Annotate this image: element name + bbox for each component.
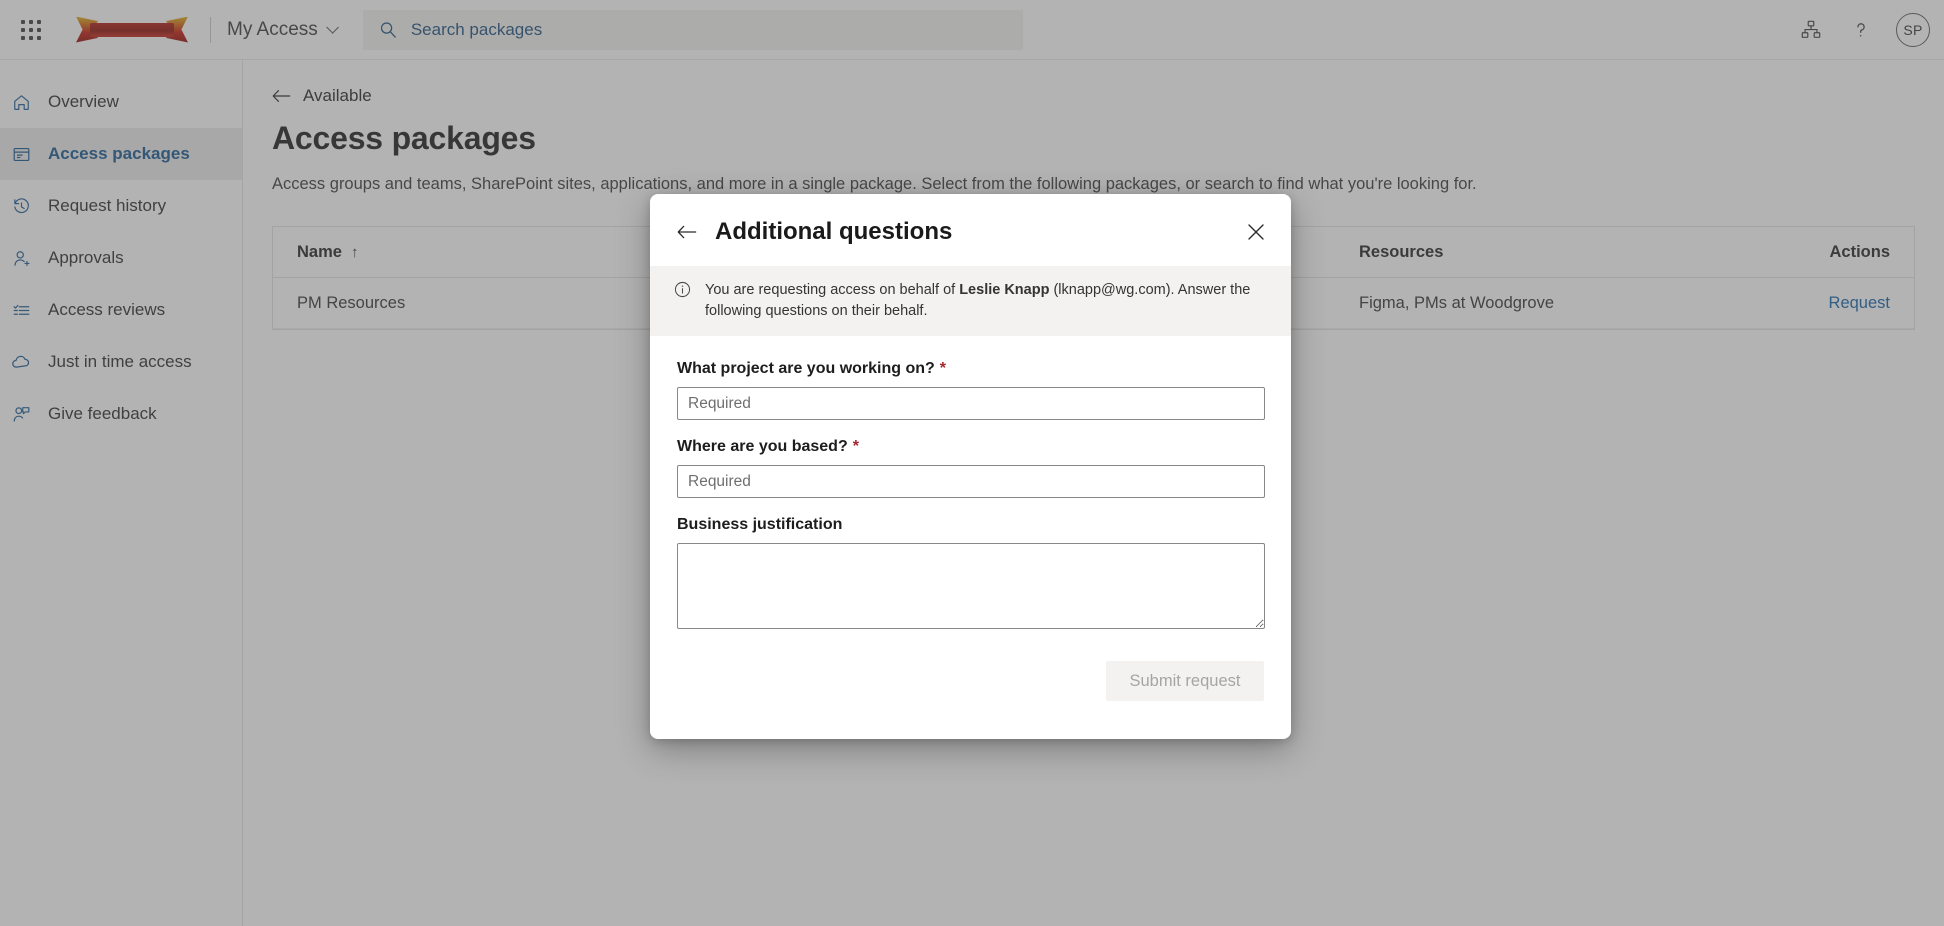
dialog-back-button[interactable] <box>677 224 697 240</box>
additional-questions-dialog: Additional questions You are requesting … <box>650 194 1291 739</box>
field-business-justification-input[interactable] <box>677 543 1265 629</box>
app-root: My Access <box>0 0 1944 926</box>
dialog-close-button[interactable] <box>1247 223 1265 241</box>
submit-request-button[interactable]: Submit request <box>1106 661 1264 701</box>
close-icon <box>1247 223 1265 241</box>
info-prefix: You are requesting access on behalf of <box>705 282 959 298</box>
field-project-label-text: What project are you working on? <box>677 360 935 378</box>
field-project-input[interactable] <box>677 387 1265 420</box>
arrow-left-icon <box>677 224 697 240</box>
field-location-label-text: Where are you based? <box>677 438 848 456</box>
required-asterisk: * <box>853 438 859 456</box>
field-business-justification: Business justification <box>677 516 1264 629</box>
field-location: Where are you based? * <box>677 438 1264 498</box>
dialog-footer: Submit request <box>650 647 1291 701</box>
info-banner-text: You are requesting access on behalf of L… <box>705 280 1265 322</box>
required-asterisk: * <box>940 360 946 378</box>
field-project: What project are you working on? * <box>677 360 1264 420</box>
on-behalf-of-info-banner: You are requesting access on behalf of L… <box>650 266 1291 336</box>
field-location-input[interactable] <box>677 465 1265 498</box>
field-business-justification-label: Business justification <box>677 516 1264 534</box>
field-project-label: What project are you working on? * <box>677 360 1264 378</box>
field-business-justification-label-text: Business justification <box>677 516 842 534</box>
info-person-name: Leslie Knapp <box>959 282 1049 298</box>
dialog-title: Additional questions <box>715 218 952 246</box>
info-icon <box>674 281 691 305</box>
dialog-header: Additional questions <box>650 194 1291 260</box>
field-location-label: Where are you based? * <box>677 438 1264 456</box>
dialog-form: What project are you working on? * Where… <box>650 336 1291 647</box>
